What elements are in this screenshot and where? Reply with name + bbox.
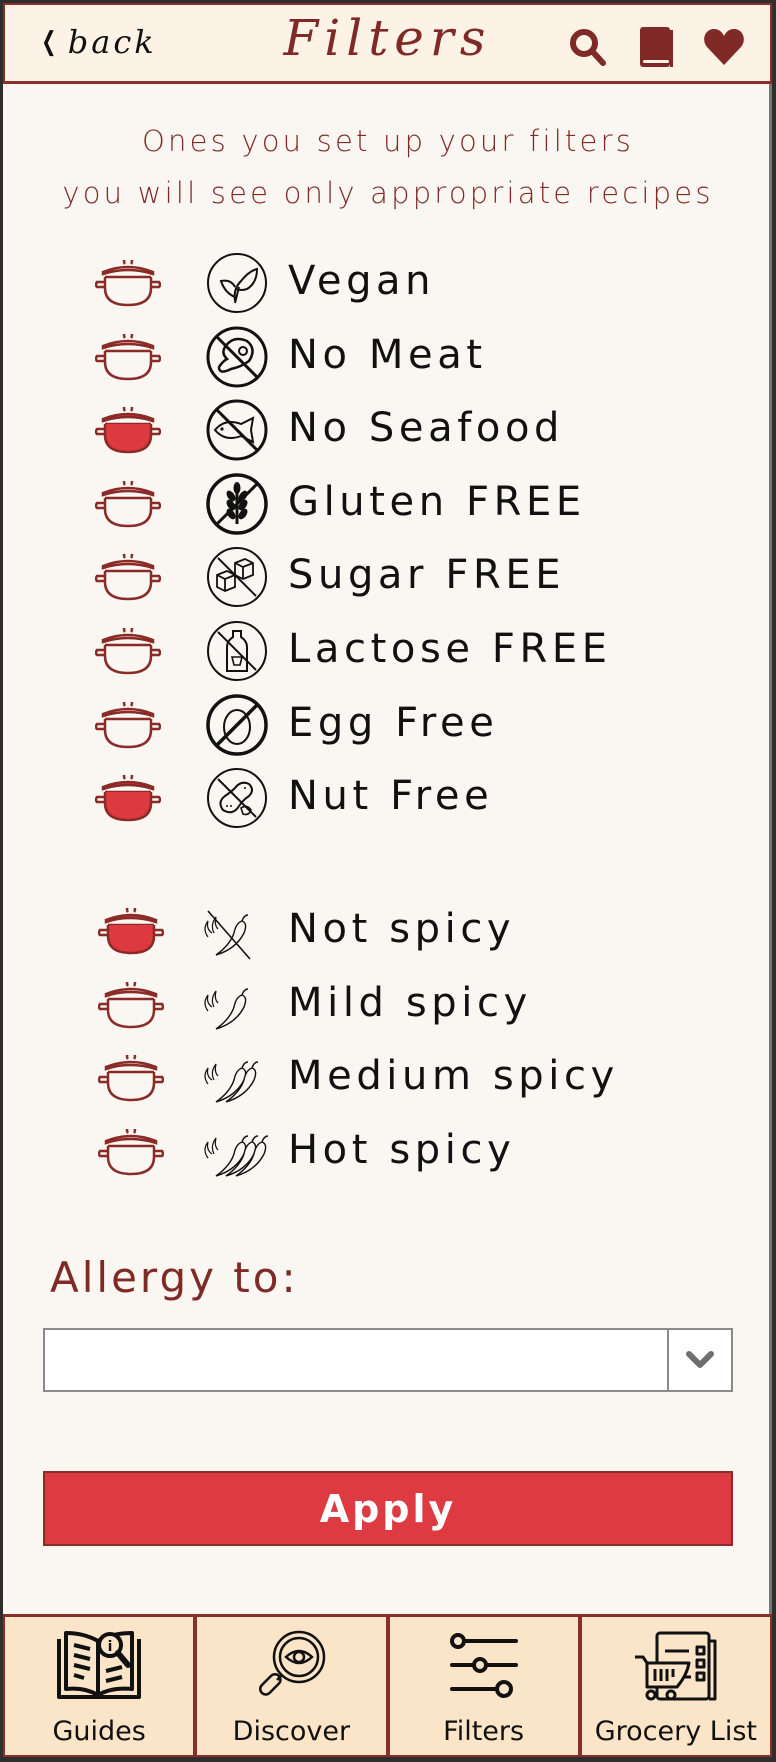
subtitle-line-2: you will see only appropriate recipes [62,176,714,210]
filter-label: Lactose FREE [288,626,612,672]
pot-toggle-icon[interactable] [97,1124,165,1177]
diet-filter-row-egg-free[interactable]: Egg Free [0,692,776,758]
two-chili-icon [194,1046,270,1110]
allergy-select[interactable] [43,1328,733,1392]
allergy-select-value [45,1330,667,1390]
discover-magnifier-icon [259,1630,326,1696]
no-nut-icon [205,766,269,830]
diet-filter-row-no-meat[interactable]: No Meat [0,324,776,390]
filter-label: Hot spicy [288,1126,516,1173]
diet-filter-row-gluten-free[interactable]: Gluten FREE [0,471,776,537]
no-chili-icon [194,899,270,963]
heart-icon [704,29,744,65]
filter-label: No Meat [288,331,487,378]
allergy-dropdown-toggle[interactable] [667,1330,731,1390]
diet-filter-row-nut-free[interactable]: Nut Free [0,765,776,831]
nav-tab-label: Discover [232,1716,351,1747]
no-meat-icon [205,325,269,389]
no-egg-icon [205,693,269,757]
header: ❮ back Filters [3,3,772,84]
no-milk-icon [205,619,269,683]
grocery-cart-icon [634,1631,717,1701]
nav-tab-guides[interactable]: i Guides [3,1617,196,1757]
pot-toggle-icon[interactable] [97,1051,165,1103]
bottom-nav: i Guides Discover Filters Grocery List [3,1614,772,1757]
svg-text:i: i [108,1639,113,1655]
three-chili-icon [194,1120,270,1184]
filter-label: Nut Free [288,773,494,820]
pot-toggle-selected-icon[interactable] [94,771,162,823]
no-fish-icon [205,398,269,462]
spicy-filter-row-hot-spicy[interactable]: Hot spicy [0,1119,776,1185]
spicy-filter-row-medium-spicy[interactable]: Medium spicy [0,1045,776,1111]
leaf-icon [205,251,269,315]
pot-toggle-icon[interactable] [94,256,162,308]
pot-toggle-icon[interactable] [94,697,162,750]
spicy-filter-row-mild-spicy[interactable]: Mild spicy [0,972,776,1038]
no-wheat-icon [205,472,269,536]
pot-toggle-icon[interactable] [94,329,162,382]
one-chili-icon [194,973,270,1037]
filter-label: Not spicy [288,906,516,952]
diet-filter-row-lactose-free[interactable]: Lactose FREE [0,618,776,684]
no-sugar-icon [205,545,269,609]
pot-toggle-selected-icon[interactable] [97,904,165,956]
subtitle-line-1: Ones you set up your filters [141,124,635,158]
allergy-label: Allergy to: [50,1253,299,1302]
nav-tab-label: Guides [52,1716,146,1747]
pot-toggle-icon[interactable] [94,624,162,676]
apply-button[interactable]: Apply [43,1471,733,1546]
pot-toggle-selected-icon[interactable] [94,403,162,455]
filter-label: Sugar FREE [288,552,566,599]
chevron-down-icon [686,1351,714,1368]
filter-label: Mild spicy [288,979,532,1026]
filter-label: Vegan [288,258,436,304]
search-button[interactable] [566,25,610,69]
guide-book-icon: i [57,1631,142,1699]
search-icon [570,29,606,66]
diet-filter-row-vegan[interactable]: Vegan [0,250,776,316]
sliders-icon [449,1633,518,1698]
nav-tab-discover[interactable]: Discover [195,1617,388,1757]
book-icon [640,27,673,67]
pot-toggle-icon[interactable] [94,476,162,529]
nav-tab-label: Filters [443,1716,525,1747]
filter-label: Egg Free [288,699,499,746]
filter-label: Medium spicy [288,1053,619,1100]
nav-tab-grocery-list[interactable]: Grocery List [579,1617,772,1757]
nav-tab-filters[interactable]: Filters [387,1617,580,1757]
filter-label: No Seafood [288,405,565,452]
diet-filter-row-no-seafood[interactable]: No Seafood [0,397,776,463]
filter-label: Gluten FREE [288,478,586,525]
spicy-filter-row-not-spicy[interactable]: Not spicy [0,898,776,964]
diet-filter-row-sugar-free[interactable]: Sugar FREE [0,544,776,610]
pot-toggle-icon[interactable] [94,550,162,602]
favorites-button[interactable] [702,25,746,69]
book-button[interactable] [634,25,678,69]
nav-tab-label: Grocery List [594,1716,757,1747]
pot-toggle-icon[interactable] [97,977,165,1030]
